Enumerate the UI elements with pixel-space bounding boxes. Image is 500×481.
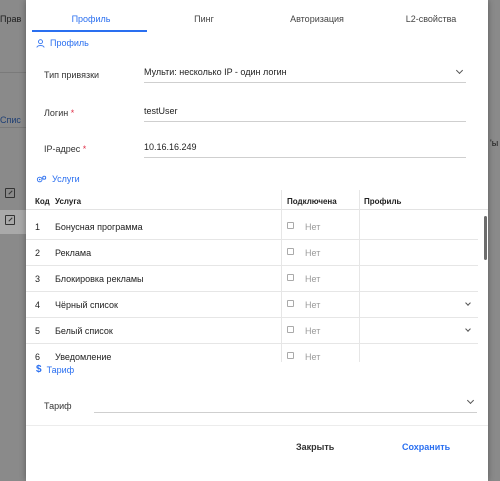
tab-l2-properties[interactable]: L2-свойства [376,14,486,24]
connected-checkbox[interactable] [287,248,294,255]
table-row[interactable]: 5 Белый список Нет [26,318,478,344]
bg-right-fragment: 'ы [490,138,499,148]
ip-label: IP-адрес * [44,144,87,154]
login-label: Логин * [44,108,75,118]
chevron-down-icon [455,66,464,75]
row-service: Чёрный список [55,300,118,310]
chevron-down-icon[interactable] [465,326,471,332]
tariff-section-label: Тариф [46,364,75,375]
tariff-select[interactable] [94,395,477,413]
row-code: 2 [35,248,41,258]
chevron-down-icon[interactable] [465,300,471,306]
ip-value: 10.16.16.249 [144,142,197,152]
row-connected: Нет [305,248,321,258]
bg-divider-2 [0,127,26,128]
active-tab-indicator [32,30,147,32]
row-connected: Нет [305,274,321,284]
row-connected: Нет [305,300,321,310]
tariff-section-title: $ Тариф [36,364,81,375]
services-section-label: Услуги [52,174,80,184]
login-value: testUser [144,106,178,116]
connected-checkbox[interactable] [287,274,294,281]
row-connected: Нет [305,352,321,362]
table-row[interactable]: 1 Бонусная программа Нет [26,214,478,240]
close-button[interactable]: Закрыть [296,442,334,452]
row-service: Уведомление [55,352,112,362]
row-service: Бонусная программа [55,222,143,232]
col-header-code: Код [35,197,50,206]
tariff-label: Тариф [44,401,72,411]
connected-checkbox[interactable] [287,326,294,333]
table-row[interactable]: 6 Уведомление Нет [26,344,478,362]
dollar-icon: $ [36,364,42,375]
row-service: Реклама [55,248,92,258]
bg-edit-icon-2 [5,215,15,225]
services-table: Код Услуга Подключена Профиль 1 Бонусная… [26,190,488,362]
bg-divider [0,72,26,73]
gears-icon [36,175,47,184]
chevron-down-icon [466,396,475,405]
binding-type-label: Тип привязки [44,70,100,80]
connected-checkbox[interactable] [287,222,294,229]
row-code: 3 [35,274,41,284]
tab-authorization[interactable]: Авторизация [262,14,372,24]
row-connected: Нет [305,222,321,232]
connected-checkbox[interactable] [287,352,294,359]
col-header-profile: Профиль [364,197,402,206]
tab-profile[interactable]: Профиль [36,14,146,24]
row-code: 4 [35,300,41,310]
save-button[interactable]: Сохранить [402,442,450,452]
bg-top-label: Прав [0,14,22,24]
profile-section-title: Профиль [36,38,89,48]
col-header-service: Услуга [55,197,82,206]
services-table-header: Код Услуга Подключена Профиль [26,190,488,210]
user-icon [36,38,45,48]
row-code: 1 [35,222,41,232]
row-code: 5 [35,326,41,336]
binding-type-select[interactable]: Мульти: несколько IP - один логин [144,65,466,83]
login-input[interactable]: testUser [144,104,466,122]
tab-bar: Профиль Пинг Авторизация L2-свойства [26,0,488,32]
services-section-title: Услуги [36,174,80,184]
col-header-connected: Подключена [287,197,337,206]
row-code: 6 [35,352,41,362]
binding-type-value: Мульти: несколько IP - один логин [144,67,287,77]
table-row[interactable]: 3 Блокировка рекламы Нет [26,266,478,292]
bg-list-link: Спис [0,115,21,125]
profile-section-label: Профиль [50,38,89,48]
footer-divider [26,425,488,426]
connected-checkbox[interactable] [287,300,294,307]
ip-input[interactable]: 10.16.16.249 [144,140,466,158]
bg-edit-icon [5,188,15,198]
row-service: Блокировка рекламы [55,274,144,284]
table-row[interactable]: 2 Реклама Нет [26,240,478,266]
tab-ping[interactable]: Пинг [149,14,259,24]
subscriber-modal: Профиль Пинг Авторизация L2-свойства Про… [26,0,488,481]
row-service: Белый список [55,326,113,336]
table-row[interactable]: 4 Чёрный список Нет [26,292,478,318]
row-connected: Нет [305,326,321,336]
table-scrollbar[interactable] [484,216,487,260]
